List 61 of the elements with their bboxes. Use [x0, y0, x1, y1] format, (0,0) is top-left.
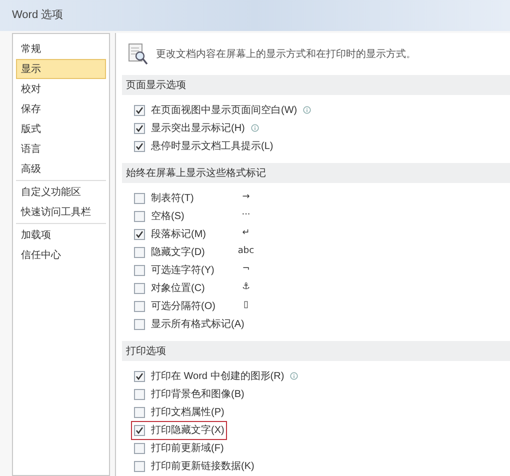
format-mark-symbol: abc [236, 245, 256, 258]
sidebar-item[interactable]: 语言 [16, 139, 106, 159]
section-header: 打印选项 [122, 341, 510, 361]
checkbox[interactable] [134, 192, 145, 204]
option-label: 打印背景色和图像(B) [151, 388, 244, 402]
document-magnifier-icon [128, 43, 148, 65]
sidebar-item[interactable]: 自定义功能区 [16, 182, 106, 202]
option-label: 段落标记(M) [151, 228, 206, 242]
description-text: 更改文档内容在屏幕上的显示方式和在打印时的显示方式。 [156, 48, 416, 62]
option-label: 对象位置(C) [151, 282, 205, 296]
sidebar-item[interactable]: 显示 [16, 59, 106, 79]
option-label: 悬停时显示文档工具提示(L) [151, 140, 274, 154]
format-mark-symbol: ··· [240, 209, 252, 222]
option-label: 制表符(T) [151, 192, 194, 206]
info-icon [290, 372, 298, 380]
option-label: 在页面视图中显示页面间空白(W) [151, 104, 298, 118]
checkbox[interactable] [134, 318, 145, 330]
sidebar-item[interactable]: 高级 [16, 159, 106, 179]
checkbox[interactable] [134, 140, 145, 152]
option-label: 可选连字符(Y) [151, 264, 214, 278]
checkbox[interactable] [134, 210, 145, 222]
window-title: Word 选项 [12, 8, 64, 24]
sidebar-item[interactable]: 版式 [16, 119, 106, 139]
info-icon [250, 124, 259, 132]
option-label: 显示所有格式标记(A) [151, 318, 244, 332]
option-label: 打印前更新链接数据(K) [151, 460, 254, 474]
format-mark-symbol: ▯ [242, 299, 250, 312]
option-label: 可选分隔符(O) [151, 300, 216, 314]
option-label: 打印前更新域(F) [151, 442, 224, 456]
option-label: 显示突出显示标记(H) [151, 122, 245, 136]
checkbox[interactable] [134, 246, 145, 258]
option-label: 隐藏文字(D) [151, 246, 205, 260]
checkbox[interactable] [134, 442, 145, 454]
sidebar-item[interactable]: 保存 [16, 99, 106, 119]
checkbox[interactable] [134, 300, 145, 312]
option-label: 空格(S) [151, 210, 184, 224]
checkbox[interactable] [134, 388, 145, 400]
info-icon [303, 106, 312, 114]
checkbox[interactable] [134, 122, 145, 134]
checkbox[interactable] [134, 406, 145, 418]
section-header: 始终在屏幕上显示这些格式标记 [122, 163, 510, 183]
checkbox[interactable] [134, 424, 145, 436]
section-header: 页面显示选项 [122, 75, 510, 95]
format-mark-symbol: ↵ [241, 227, 251, 240]
format-mark-symbol: → [241, 191, 251, 204]
sidebar-item[interactable]: 常规 [16, 39, 106, 59]
sidebar-item[interactable]: 快速访问工具栏 [16, 202, 106, 222]
sidebar-item[interactable]: 校对 [16, 79, 106, 99]
checkbox[interactable] [134, 264, 145, 276]
format-mark-symbol: ¬ [241, 263, 251, 276]
option-label: 打印隐藏文字(X) [151, 424, 224, 438]
sidebar-item[interactable]: 加载项 [16, 225, 106, 245]
checkbox[interactable] [134, 460, 145, 472]
checkbox[interactable] [134, 282, 145, 294]
checkbox[interactable] [134, 370, 145, 382]
checkbox[interactable] [134, 104, 145, 116]
option-label: 打印在 Word 中创建的图形(R) [151, 370, 284, 384]
sidebar-item[interactable]: 信任中心 [16, 245, 106, 265]
format-mark-symbol: ⚓ [240, 281, 252, 294]
option-label: 打印文档属性(P) [151, 406, 224, 420]
checkbox[interactable] [134, 228, 145, 240]
